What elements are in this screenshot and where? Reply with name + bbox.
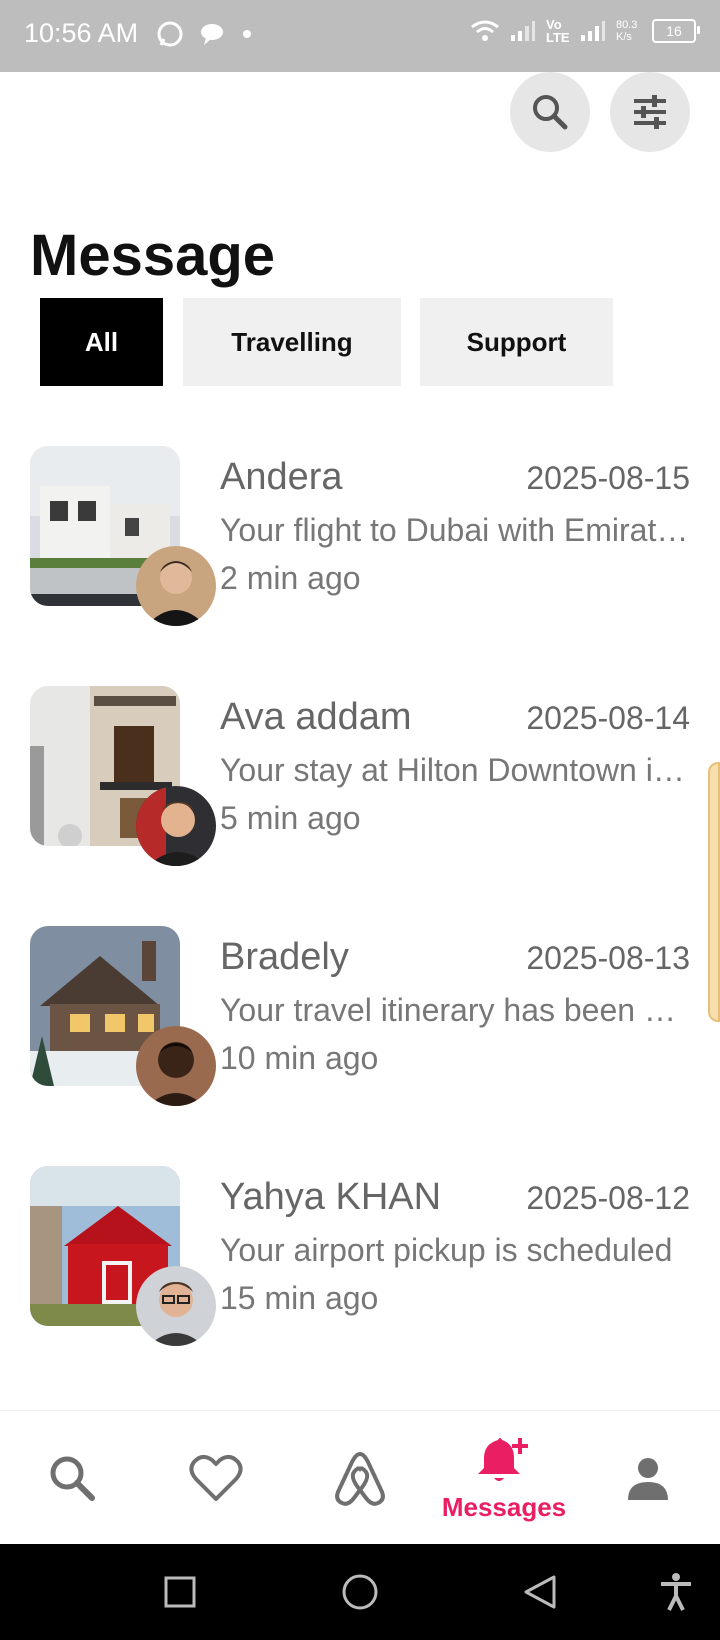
message-preview: Your travel itinerary has been updated (220, 992, 690, 1028)
message-date: 2025-08-13 (526, 940, 690, 976)
message-time: 5 min ago (220, 800, 361, 836)
avatar (136, 546, 216, 626)
nav-search[interactable] (12, 1411, 132, 1545)
airbnb-logo-icon (335, 1452, 385, 1506)
avatar (136, 1266, 216, 1346)
avatar (136, 1026, 216, 1106)
message-preview: Your airport pickup is scheduled (220, 1232, 673, 1268)
message-time: 2 min ago (220, 560, 361, 596)
sliders-icon (634, 95, 666, 129)
message-item[interactable]: Ava addam 2025-08-14 Your stay at Hilton… (0, 686, 720, 886)
signal-icon (511, 21, 535, 41)
triangle-back-icon (524, 1575, 556, 1609)
message-item[interactable]: Yahya KHAN 2025-08-12 Your airport picku… (0, 1166, 720, 1366)
whatsapp-icon (157, 21, 183, 47)
bell-plus-icon (478, 1437, 528, 1481)
chat-bubble-icon (201, 24, 223, 45)
message-time: 10 min ago (220, 1040, 379, 1076)
message-time: 15 min ago (220, 1280, 379, 1316)
status-time: 10:56 AM (24, 18, 139, 48)
avatar (136, 786, 216, 866)
dot-icon (243, 30, 251, 38)
message-date: 2025-08-15 (526, 460, 690, 496)
heart-icon (189, 1455, 243, 1501)
message-item[interactable]: Andera 2025-08-15 Your flight to Dubai w… (0, 446, 720, 646)
scrollbar[interactable] (708, 762, 720, 1022)
nav-wishlist[interactable] (156, 1411, 276, 1545)
status-bar: 10:56 AM Vo LTE 80.3 K/s 16 (0, 0, 720, 72)
accessibility-button[interactable] (636, 1544, 716, 1640)
search-button[interactable] (510, 72, 590, 152)
sender-name: Bradely (220, 936, 349, 978)
message-date: 2025-08-14 (526, 700, 690, 736)
square-icon (164, 1576, 196, 1608)
accessibility-icon (661, 1573, 691, 1611)
sender-name: Ava addam (220, 696, 412, 738)
sender-name: Andera (220, 456, 343, 498)
home-button[interactable] (320, 1544, 400, 1640)
back-button[interactable] (500, 1544, 580, 1640)
circle-icon (342, 1574, 378, 1610)
profile-icon (628, 1458, 668, 1500)
notification-icons (156, 20, 254, 48)
battery-icon: 16 (652, 19, 700, 43)
wifi-icon (471, 20, 499, 41)
system-nav-bar (0, 1544, 720, 1640)
message-date: 2025-08-12 (526, 1180, 690, 1216)
bottom-nav: Messages (0, 1410, 720, 1545)
tab-support[interactable]: Support (420, 298, 613, 386)
search-icon (533, 95, 568, 130)
message-preview: Your stay at Hilton Downtown is confirme… (220, 752, 690, 788)
tab-travelling[interactable]: Travelling (183, 298, 401, 386)
page-title: Message (30, 223, 276, 288)
nav-messages[interactable]: Messages (441, 1411, 567, 1545)
nav-explore[interactable] (300, 1411, 420, 1545)
search-icon (50, 1456, 95, 1501)
nav-messages-label: Messages (441, 1491, 567, 1522)
tab-all[interactable]: All (40, 298, 163, 386)
battery-level: 16 (666, 23, 682, 39)
signal-icon-2 (581, 21, 605, 41)
recents-button[interactable] (140, 1544, 220, 1640)
sender-name: Yahya KHAN (220, 1176, 442, 1218)
network-type: Vo LTE (546, 17, 570, 45)
message-item[interactable]: Bradely 2025-08-13 Your travel itinerary… (0, 926, 720, 1126)
filter-button[interactable] (610, 72, 690, 152)
status-right: Vo LTE 80.3 K/s 16 (470, 17, 700, 45)
network-speed: 80.3 K/s (616, 19, 638, 43)
message-preview: Your flight to Dubai with Emirates is co… (220, 512, 690, 548)
nav-profile[interactable] (588, 1411, 708, 1545)
